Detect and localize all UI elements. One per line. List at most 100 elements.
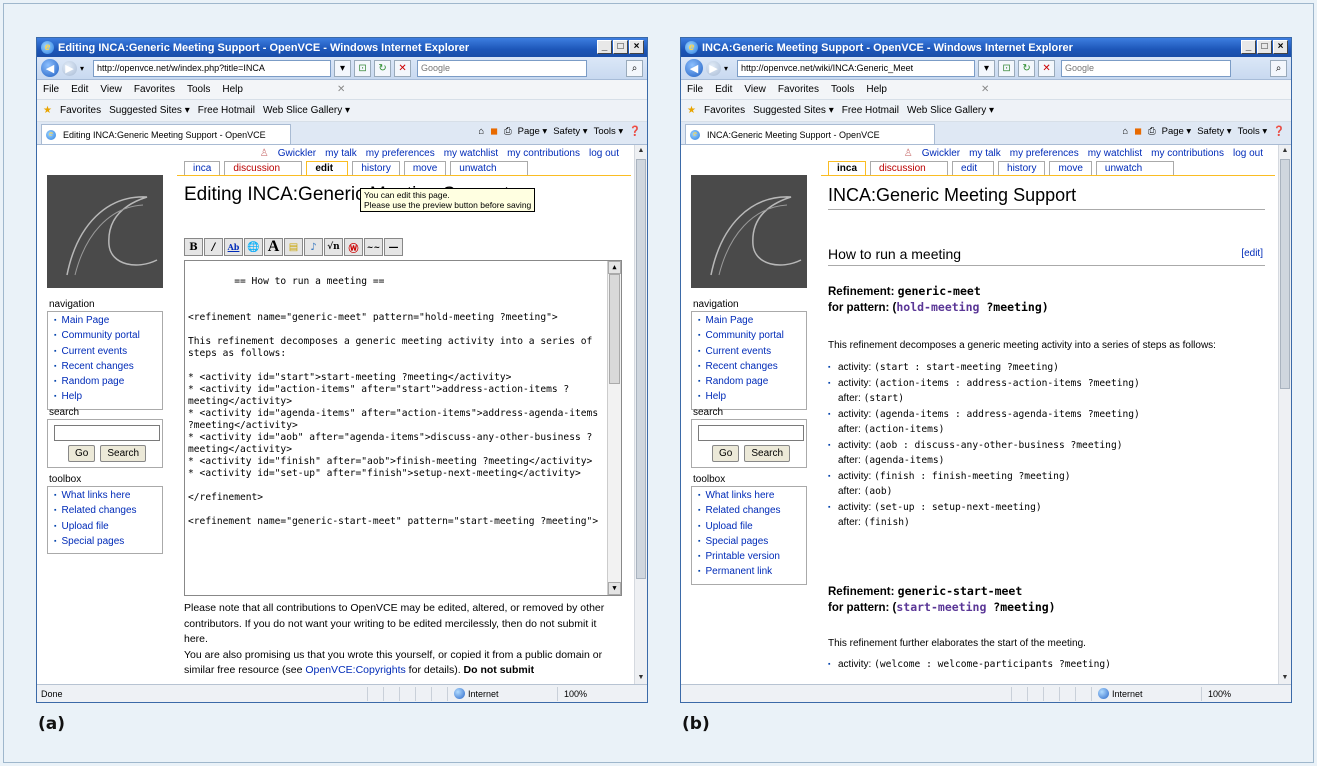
nav-recent-changes[interactable]: Recent changes — [54, 360, 158, 375]
tools-menu[interactable]: Tools ▾ — [1238, 126, 1268, 137]
tool-upload-file[interactable]: Upload file — [698, 520, 802, 535]
tab-unwatch[interactable]: unwatch — [1095, 161, 1174, 175]
menu-view[interactable]: View — [100, 84, 122, 95]
maximize-button[interactable]: □ — [613, 40, 628, 54]
my-contributions-link[interactable]: my contributions — [507, 148, 580, 159]
section-edit-link[interactable]: [edit] — [1241, 248, 1263, 259]
forward-icon[interactable]: ▶ — [706, 60, 721, 76]
tool-upload-file[interactable]: Upload file — [54, 520, 158, 535]
menu-favorites[interactable]: Favorites — [134, 84, 175, 95]
image-icon[interactable]: ▤ — [284, 238, 303, 256]
tab-move[interactable]: move — [403, 161, 447, 175]
close-icon[interactable]: ✕ — [337, 84, 345, 95]
nav-current-events[interactable]: Current events — [698, 345, 802, 360]
math-icon[interactable]: √n — [324, 238, 343, 256]
compat-view-icon[interactable]: ⊡ — [354, 59, 372, 77]
url-dropdown-icon[interactable]: ▾ — [334, 59, 352, 77]
tab-history[interactable]: history — [352, 161, 400, 175]
scroll-up-icon[interactable]: ▲ — [635, 145, 647, 157]
menu-edit[interactable]: Edit — [71, 84, 88, 95]
user-link[interactable]: Gwickler — [922, 148, 960, 159]
tools-menu[interactable]: Tools ▾ — [594, 126, 624, 137]
print-icon[interactable]: ⎙ — [1148, 126, 1156, 137]
tool-permanent-link[interactable]: Permanent link — [698, 565, 802, 580]
tab-current[interactable]: e Editing INCA:Generic Meeting Support -… — [41, 124, 291, 144]
tool-related-changes[interactable]: Related changes — [54, 504, 158, 519]
back-icon[interactable]: ◀ — [41, 59, 59, 77]
free-hotmail-link[interactable]: Free Hotmail — [842, 105, 899, 116]
tab-inca[interactable]: inca — [828, 161, 867, 175]
menu-favorites[interactable]: Favorites — [778, 84, 819, 95]
search-icon[interactable]: ⌕ — [626, 59, 643, 77]
search-input[interactable]: Google — [417, 59, 588, 77]
scroll-up-icon[interactable]: ▲ — [1279, 145, 1291, 157]
media-icon[interactable]: ♪ — [304, 238, 323, 256]
menu-tools[interactable]: Tools — [187, 84, 210, 95]
nav-help[interactable]: Help — [54, 390, 158, 405]
nav-current-events[interactable]: Current events — [54, 345, 158, 360]
tab-move[interactable]: move — [1049, 161, 1092, 175]
search-button[interactable]: Search — [100, 445, 147, 462]
user-link[interactable]: Gwickler — [278, 148, 316, 159]
page-menu[interactable]: Page ▾ — [1162, 126, 1192, 137]
favorites-button[interactable]: Favorites — [60, 105, 101, 116]
page-scrollbar[interactable]: ▲ ▼ — [1278, 145, 1291, 684]
scroll-down-icon[interactable]: ▼ — [1279, 672, 1291, 684]
log-out-link[interactable]: log out — [589, 148, 619, 159]
go-button[interactable]: Go — [68, 445, 96, 462]
url-input[interactable]: http://openvce.net/w/index.php?title=INC… — [93, 59, 332, 77]
menu-help[interactable]: Help — [222, 84, 243, 95]
scroll-down-icon[interactable]: ▼ — [635, 672, 647, 684]
textarea-scrollbar[interactable]: ▲ ▼ — [607, 261, 621, 595]
zoom-level[interactable]: 100% — [1201, 686, 1291, 701]
page-scrollbar[interactable]: ▲ ▼ — [634, 145, 647, 684]
tool-what-links-here[interactable]: What links here — [54, 489, 158, 504]
url-dropdown-icon[interactable]: ▾ — [978, 59, 996, 77]
nav-community-portal[interactable]: Community portal — [698, 329, 802, 344]
nav-main-page[interactable]: Main Page — [54, 314, 158, 329]
search-input[interactable]: Google — [1061, 59, 1232, 77]
menu-help[interactable]: Help — [866, 84, 887, 95]
tool-related-changes[interactable]: Related changes — [698, 504, 802, 519]
external-link-icon[interactable]: 🌐 — [244, 238, 263, 256]
headline-icon[interactable]: A — [264, 238, 283, 256]
nav-help[interactable]: Help — [698, 390, 802, 405]
log-out-link[interactable]: log out — [1233, 148, 1263, 159]
nav-random-page[interactable]: Random page — [54, 375, 158, 390]
minimize-button[interactable]: _ — [1241, 40, 1256, 54]
pattern-link[interactable]: hold-meeting — [896, 300, 979, 314]
history-dropdown-icon[interactable]: ▾ — [724, 64, 728, 73]
italic-icon[interactable]: / — [204, 238, 223, 256]
signature-icon[interactable]: ~~ — [364, 238, 383, 256]
nowiki-icon[interactable]: Ⓦ — [344, 238, 363, 256]
favorites-button[interactable]: Favorites — [704, 105, 745, 116]
refresh-icon[interactable]: ↻ — [1018, 59, 1036, 77]
tool-what-links-here[interactable]: What links here — [698, 489, 802, 504]
scroll-thumb[interactable] — [1280, 159, 1290, 389]
menu-view[interactable]: View — [744, 84, 766, 95]
close-icon[interactable]: ✕ — [981, 84, 989, 95]
stop-icon[interactable]: ✕ — [394, 59, 412, 77]
tool-special-pages[interactable]: Special pages — [54, 535, 158, 550]
my-preferences-link[interactable]: my preferences — [366, 148, 435, 159]
scroll-down-icon[interactable]: ▼ — [608, 582, 621, 595]
forward-icon[interactable]: ▶ — [62, 60, 77, 76]
back-icon[interactable]: ◀ — [685, 59, 703, 77]
scroll-thumb[interactable] — [609, 274, 620, 384]
tab-unwatch[interactable]: unwatch — [450, 161, 529, 175]
zoom-level[interactable]: 100% — [557, 686, 647, 701]
wiki-search-input[interactable] — [698, 425, 804, 441]
stop-icon[interactable]: ✕ — [1038, 59, 1056, 77]
minimize-button[interactable]: _ — [597, 40, 612, 54]
web-slice-gallery-link[interactable]: Web Slice Gallery ▾ — [907, 105, 994, 116]
home-icon[interactable]: ⌂ — [478, 126, 484, 137]
my-preferences-link[interactable]: my preferences — [1010, 148, 1079, 159]
tab-history[interactable]: history — [998, 161, 1046, 175]
scroll-up-icon[interactable]: ▲ — [608, 261, 621, 274]
tab-discussion[interactable]: discussion — [870, 161, 949, 175]
page-menu[interactable]: Page ▾ — [518, 126, 548, 137]
nav-random-page[interactable]: Random page — [698, 375, 802, 390]
feeds-icon[interactable]: ◼ — [1134, 126, 1142, 137]
search-icon[interactable]: ⌕ — [1270, 59, 1287, 77]
my-watchlist-link[interactable]: my watchlist — [444, 148, 498, 159]
